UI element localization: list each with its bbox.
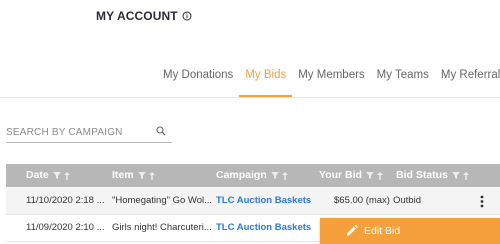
pencil-icon [347, 224, 358, 236]
cell-date: 11/09/2020 2:10 ... [26, 222, 105, 233]
sort-arrow-up-icon[interactable] [376, 171, 383, 180]
cell-campaign-link[interactable]: TLC Auction Baskets [216, 215, 316, 241]
sort-arrow-up-icon[interactable] [63, 171, 70, 180]
cell-item: Girls night! Charcuteri... [112, 222, 212, 233]
edit-bid-label: Edit Bid [364, 225, 401, 237]
edit-bid-menu-item[interactable]: Edit Bid [320, 218, 500, 244]
sort-arrow-up-icon[interactable] [281, 171, 288, 180]
column-header-label: Your Bid [319, 169, 362, 181]
filter-icon[interactable] [52, 172, 61, 179]
column-header-your-bid[interactable]: Your Bid [319, 164, 383, 187]
column-header-item[interactable]: Item [112, 164, 155, 187]
cell-date: 11/10/2020 2:18 ... [26, 195, 105, 206]
table-row[interactable]: 11/10/2020 2:18 ... "Homegating" Go Wol.… [6, 188, 500, 215]
column-header-label: Item [112, 169, 134, 181]
tabs-divider [0, 97, 500, 98]
sort-arrow-up-icon[interactable] [148, 171, 155, 180]
page-title: MY ACCOUNT [96, 9, 192, 23]
tab-my-bids[interactable]: My Bids [239, 67, 293, 97]
more-options-icon[interactable] [480, 195, 484, 208]
tab-my-teams[interactable]: My Teams [371, 67, 435, 97]
search-input[interactable] [6, 124, 146, 140]
column-header-label: Date [26, 169, 49, 181]
column-header-label: Campaign [216, 169, 267, 181]
column-header-campaign[interactable]: Campaign [216, 164, 288, 187]
sort-arrow-up-icon[interactable] [462, 171, 469, 180]
cell-item: "Homegating" Go Wol... [112, 195, 212, 206]
cell-your-bid: $65.00 (max) [334, 195, 390, 206]
row-actions-menu: Edit Bid [320, 218, 500, 244]
page-title-text: MY ACCOUNT [96, 9, 178, 23]
info-icon[interactable] [182, 11, 192, 21]
search-box [6, 124, 172, 143]
table-header: Date Item Campaign Your Bid Bid Status [6, 164, 500, 187]
column-header-label: Bid Status [396, 169, 448, 181]
filter-icon[interactable] [137, 172, 146, 179]
tab-my-donations[interactable]: My Donations [157, 67, 239, 97]
cell-campaign-link[interactable]: TLC Auction Baskets [216, 188, 316, 214]
filter-icon[interactable] [365, 172, 374, 179]
tab-my-members[interactable]: My Members [292, 67, 370, 97]
cell-bid-status: Outbid [393, 195, 421, 206]
account-tabs: My Donations My Bids My Members My Teams… [157, 67, 500, 97]
filter-icon[interactable] [270, 172, 279, 179]
column-header-bid-status[interactable]: Bid Status [396, 164, 469, 187]
tab-my-referrals[interactable]: My Referrals [435, 67, 500, 97]
search-icon[interactable] [156, 126, 166, 136]
filter-icon[interactable] [451, 172, 460, 179]
column-header-date[interactable]: Date [26, 164, 70, 187]
